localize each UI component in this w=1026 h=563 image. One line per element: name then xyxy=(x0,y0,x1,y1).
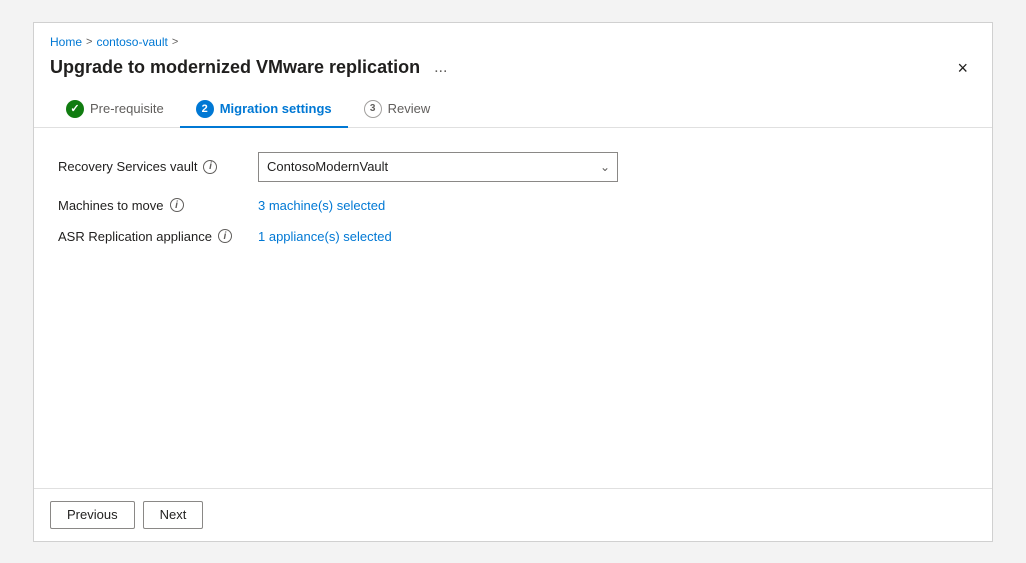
form-label-machines: Machines to move i xyxy=(58,198,258,213)
appliance-label-text: ASR Replication appliance xyxy=(58,229,212,244)
form-label-appliance: ASR Replication appliance i xyxy=(58,229,258,244)
modal-footer: Previous Next xyxy=(34,488,992,541)
modal-overlay: Home > contoso-vault > Upgrade to modern… xyxy=(0,0,1026,563)
more-options-button[interactable]: ... xyxy=(428,57,453,79)
breadcrumb-chevron-1: > xyxy=(86,36,92,48)
modal-header: Home > contoso-vault > Upgrade to modern… xyxy=(34,23,992,128)
appliance-info-icon[interactable]: i xyxy=(218,229,232,243)
tab-label-review: Review xyxy=(388,101,431,116)
modal-title-row: Upgrade to modernized VMware replication… xyxy=(50,57,976,79)
recovery-vault-select[interactable]: ContosoModernVault ContosoVault2 Contoso… xyxy=(258,152,618,182)
appliance-link[interactable]: 1 appliance(s) selected xyxy=(258,229,392,244)
machines-info-icon[interactable]: i xyxy=(170,198,184,212)
modal-title: Upgrade to modernized VMware replication xyxy=(50,57,420,78)
form-label-recovery-vault: Recovery Services vault i xyxy=(58,159,258,174)
breadcrumb-home[interactable]: Home xyxy=(50,35,82,49)
tab-migration-settings[interactable]: 2 Migration settings xyxy=(180,92,348,128)
form-row-appliance: ASR Replication appliance i 1 appliance(… xyxy=(58,229,968,244)
breadcrumb-chevron-2: > xyxy=(172,36,178,48)
machines-label-text: Machines to move xyxy=(58,198,164,213)
tab-icon-prerequisite: ✓ xyxy=(66,100,84,118)
machines-link[interactable]: 3 machine(s) selected xyxy=(258,198,385,213)
close-button[interactable]: × xyxy=(949,57,976,79)
modal-title-left: Upgrade to modernized VMware replication… xyxy=(50,57,453,79)
form-control-recovery-vault: ContosoModernVault ContosoVault2 Contoso… xyxy=(258,152,618,182)
tab-icon-migration-settings: 2 xyxy=(196,100,214,118)
form-row-recovery-vault: Recovery Services vault i ContosoModernV… xyxy=(58,152,968,182)
select-wrapper-recovery-vault: ContosoModernVault ContosoVault2 Contoso… xyxy=(258,152,618,182)
next-button[interactable]: Next xyxy=(143,501,204,529)
recovery-vault-info-icon[interactable]: i xyxy=(203,160,217,174)
tabs: ✓ Pre-requisite 2 Migration settings 3 R… xyxy=(50,91,976,127)
form-row-machines: Machines to move i 3 machine(s) selected xyxy=(58,198,968,213)
tab-review[interactable]: 3 Review xyxy=(348,92,447,128)
breadcrumb-vault[interactable]: contoso-vault xyxy=(96,35,167,49)
upgrade-modal: Home > contoso-vault > Upgrade to modern… xyxy=(33,22,993,542)
modal-body: Recovery Services vault i ContosoModernV… xyxy=(34,128,992,488)
tab-icon-review: 3 xyxy=(364,100,382,118)
form-control-appliance: 1 appliance(s) selected xyxy=(258,229,618,244)
previous-button[interactable]: Previous xyxy=(50,501,135,529)
tab-prerequisite[interactable]: ✓ Pre-requisite xyxy=(50,92,180,128)
form-control-machines: 3 machine(s) selected xyxy=(258,198,618,213)
recovery-vault-label-text: Recovery Services vault xyxy=(58,159,197,174)
tab-label-migration-settings: Migration settings xyxy=(220,101,332,116)
tab-label-prerequisite: Pre-requisite xyxy=(90,101,164,116)
breadcrumb: Home > contoso-vault > xyxy=(50,35,976,49)
